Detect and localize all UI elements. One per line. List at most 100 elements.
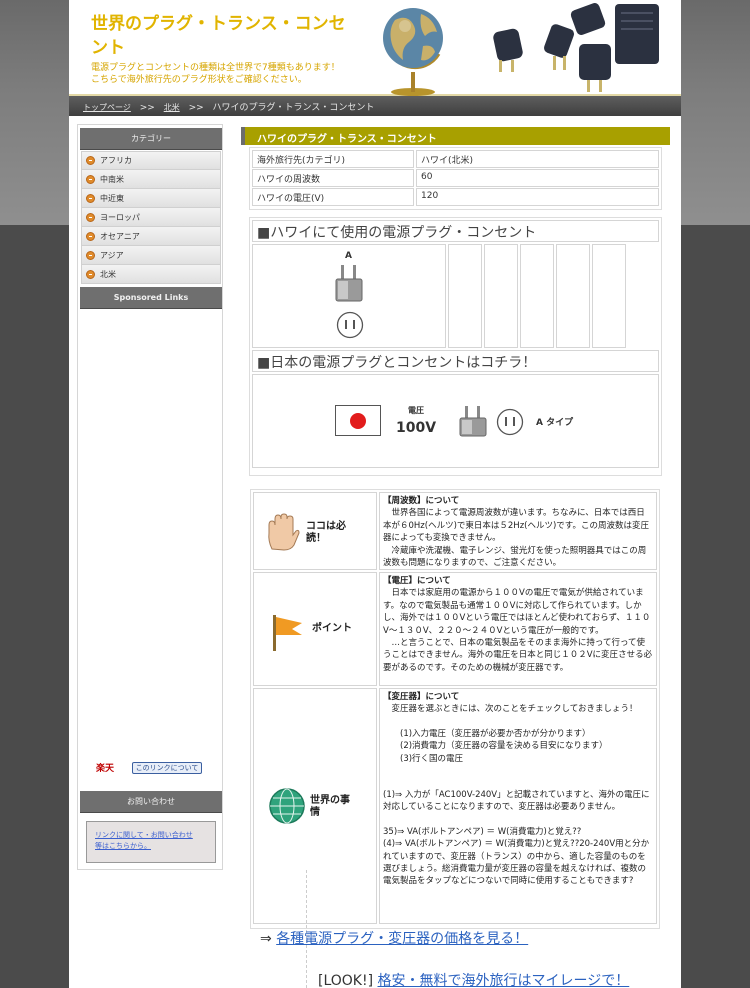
arrow-bullet-icon	[86, 269, 95, 279]
category-item-europe[interactable]: ヨーロッパ	[81, 208, 221, 227]
category-label: 中近東	[100, 193, 124, 203]
note-row-voltage: ポイント 【電圧】について 日本では家庭用の電源から１００Vの電圧で電気が供給さ…	[253, 572, 657, 686]
sponsored-heading: Sponsored Links	[80, 287, 222, 309]
info-label: ハワイの周波数	[252, 169, 414, 187]
note-paragraph	[383, 765, 653, 777]
japan-type-label: A タイプ	[536, 418, 574, 428]
japan-plug-icon	[459, 406, 487, 437]
note-paragraph	[383, 716, 653, 728]
info-label: 海外旅行先(カテゴリ)	[252, 150, 414, 168]
table-row: 海外旅行先(カテゴリ) ハワイ(北米)	[252, 150, 659, 168]
mileage-link-line: [LOOK!] 格安・無料で海外旅行はマイレージで！	[318, 970, 629, 988]
mileage-link[interactable]: 格安・無料で海外旅行はマイレージで！	[378, 973, 630, 988]
plug-type-label: A	[345, 251, 352, 261]
site-title[interactable]: 世界のプラグ・トランス・コンセント	[91, 12, 361, 60]
category-label: オセアニア	[100, 231, 140, 241]
japan-voltage-label: 電圧	[408, 406, 424, 415]
plug-cell-empty	[448, 244, 482, 348]
note-title: 【電圧】について	[383, 576, 451, 586]
world-globe-icon	[269, 788, 305, 824]
look-prefix: [LOOK!]	[318, 973, 374, 988]
breadcrumb-region-link[interactable]: 北米	[164, 103, 180, 112]
plug-grid: A	[252, 244, 659, 348]
japan-voltage-value: 100V	[396, 420, 437, 436]
plug-section-heading: ■ハワイにて使用の電源プラグ・コンセント	[252, 220, 659, 242]
table-row: ハワイの周波数 60	[252, 169, 659, 187]
arrow-prefix: ⇒	[260, 931, 272, 947]
info-value: 60	[416, 169, 659, 187]
info-label: ハワイの電圧(V)	[252, 188, 414, 206]
info-value: 120	[416, 188, 659, 206]
category-item-north-america[interactable]: 北米	[81, 265, 221, 284]
contact-box: リンクに関して・お問い合わせ 等はこちらから。	[86, 821, 216, 863]
arrow-bullet-icon	[86, 193, 95, 203]
note-badge-label: ココは必読！	[306, 521, 346, 544]
price-link[interactable]: 各種電源プラグ・変圧器の価格を見る！	[276, 931, 528, 947]
outlet-a-icon	[336, 311, 364, 339]
note-text-transformer: 【変圧器】について 変圧器を選ぶときには、次のことをチェックしておきましょう！ …	[379, 688, 657, 924]
category-item-asia[interactable]: アジア	[81, 246, 221, 265]
site-description-line1: 電源プラグとコンセントの種類は全世界で7種類もあります！	[91, 63, 340, 73]
note-badge-label: ポイント	[312, 623, 352, 634]
note-paragraph: 変圧器を選ぶときには、次のことをチェックしておきましょう！	[383, 704, 638, 715]
category-label: アジア	[100, 250, 124, 260]
note-text-frequency: 【周波数】について 世界各国によって電源周波数が違います。ちなみに、日本では西日…	[379, 492, 657, 570]
sidebar: カテゴリー アフリカ 中南米 中近東 ヨーロッパ オセアニア アジア 北米 Sp…	[77, 124, 223, 870]
rakuten-logo-text: 楽天	[96, 764, 115, 774]
note-title: 【周波数】について	[383, 496, 460, 506]
info-value: ハワイ(北米)	[416, 150, 659, 168]
breadcrumb-current: ハワイのプラグ・トランス・コンセント	[212, 103, 375, 113]
category-label: 北米	[100, 269, 116, 279]
japan-flag-icon	[335, 405, 381, 436]
category-item-latin-america[interactable]: 中南米	[81, 170, 221, 189]
note-badge-cell: ココは必読！	[253, 492, 377, 570]
notes-table: ココは必読！ 【周波数】について 世界各国によって電源周波数が違います。ちなみに…	[250, 489, 660, 929]
note-paragraph	[383, 777, 653, 789]
category-label: アフリカ	[100, 156, 132, 165]
category-item-africa[interactable]: アフリカ	[81, 151, 221, 170]
note-row-frequency: ココは必読！ 【周波数】について 世界各国によって電源周波数が違います。ちなみに…	[253, 492, 657, 570]
note-paragraph: 世界各国によって電源周波数が違います。ちなみに、日本では西日本が６0Hz(ヘルツ…	[383, 508, 649, 544]
category-list: アフリカ 中南米 中近東 ヨーロッパ オセアニア アジア 北米	[81, 151, 221, 284]
plug-cell-empty	[592, 244, 626, 348]
hand-icon	[268, 513, 300, 551]
note-row-transformer: 世界の事情 【変圧器】について 変圧器を選ぶときには、次のことをチェックしておき…	[253, 688, 657, 924]
japan-section-heading: ■日本の電源プラグとコンセントはコチラ！	[252, 350, 659, 372]
japan-plug-box: 電圧 100V A タイプ	[252, 374, 659, 468]
rakuten-about-link[interactable]: このリンクについて	[132, 762, 202, 774]
arrow-bullet-icon	[86, 250, 95, 260]
contact-link-line1: リンクに関して・お問い合わせ	[95, 831, 193, 839]
note-badge-cell: ポイント	[253, 572, 377, 686]
note-badge-cell: 世界の事情	[253, 688, 377, 924]
note-paragraph: (1)⇒ 入力が「AC100V-240V」と記載されていますと、海外の電圧に対応…	[383, 790, 650, 813]
category-item-middle-east[interactable]: 中近東	[81, 189, 221, 208]
note-paragraph: 冷蔵庫や洗濯機、電子レンジ、蛍光灯を使った照明器具ではこの周波数も問題になります…	[383, 545, 647, 569]
arrow-bullet-icon	[86, 174, 95, 184]
plug-cell-empty	[520, 244, 554, 348]
flag-icon	[273, 615, 302, 651]
note-text-voltage: 【電圧】について 日本では家庭用の電源から１００Vの電圧で電気が供給されています…	[379, 572, 657, 686]
category-heading: カテゴリー	[80, 128, 222, 150]
rakuten-logo: 楽天	[96, 761, 114, 774]
note-paragraph: 日本では家庭用の電源から１００Vの電圧で電気が供給されています。なので電気製品も…	[383, 588, 651, 636]
contact-link[interactable]: リンクに関して・お問い合わせ 等はこちらから。	[95, 830, 207, 852]
breadcrumb-home-link[interactable]: トップページ	[83, 103, 131, 112]
contact-heading: お問い合わせ	[80, 791, 222, 813]
globe-image	[383, 8, 443, 96]
note-badge-label: 世界の事情	[310, 795, 350, 818]
note-paragraph: (2)消費電力（変圧器の容量を決める目安になります）	[383, 741, 608, 752]
table-row: ハワイの電圧(V) 120	[252, 188, 659, 206]
arrow-bullet-icon	[86, 212, 95, 222]
breadcrumb-separator: >>	[188, 103, 204, 113]
site-description-line2: こちらで海外旅行先のプラグ形状をご確認ください。	[91, 75, 307, 85]
plug-section: ■ハワイにて使用の電源プラグ・コンセント A ■日本の電源プラグとコンセントはコ…	[249, 217, 662, 476]
plug-a-icon	[335, 265, 363, 302]
plugs-image	[493, 3, 659, 92]
category-item-oceania[interactable]: オセアニア	[81, 227, 221, 246]
breadcrumb: トップページ >> 北米 >> ハワイのプラグ・トランス・コンセント	[69, 96, 681, 116]
note-paragraph: (3)行く国の電圧	[383, 753, 464, 764]
plug-cell-empty	[556, 244, 590, 348]
site-description: 電源プラグとコンセントの種類は全世界で7種類もあります！ こちらで海外旅行先のプ…	[91, 62, 391, 86]
note-paragraph: 35)⇒ VA(ボルトアンペア) ＝ W(消費電力)と覚え??	[383, 826, 582, 837]
japan-outlet-icon	[496, 408, 524, 436]
